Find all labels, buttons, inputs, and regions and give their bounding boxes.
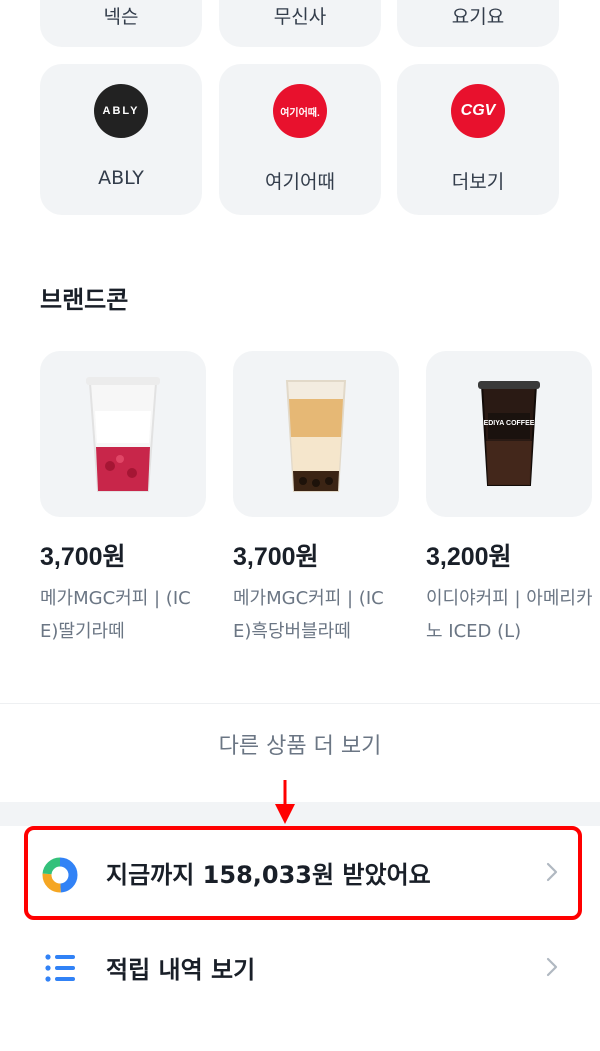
- cgv-logo-icon: CGV: [451, 84, 505, 138]
- product-name: 이디야커피 | 아메리카노 ICED (L): [426, 588, 593, 642]
- brand-tile-yogiyo[interactable]: 요기요: [397, 0, 559, 47]
- product-image-strawberry-latte[interactable]: [40, 351, 206, 517]
- list-icon: [45, 954, 75, 982]
- brand-tile-ably[interactable]: ABLY ABLY: [40, 64, 202, 215]
- logo-text: ABLY: [102, 105, 140, 117]
- product-image-ediya-americano[interactable]: EDIYA COFFEE: [426, 351, 592, 517]
- brand-tile-yeogieottae[interactable]: 여기어때. 여기어때: [219, 64, 381, 215]
- brand-tile-more[interactable]: CGV 더보기: [397, 64, 559, 215]
- product-price: 3,200원: [426, 543, 512, 571]
- product-name: 메가MGC커피 | (ICE)딸기라떼: [40, 588, 191, 642]
- product-name: 메가MGC커피 | (ICE)흑당버블라떼: [233, 588, 384, 642]
- annotation-highlight-box: [24, 826, 582, 920]
- view-more-products-button[interactable]: 다른 상품 더 보기: [0, 728, 600, 760]
- tile-label: 여기어때: [265, 171, 335, 193]
- tile-label: 더보기: [451, 171, 505, 193]
- product-price: 3,700원: [233, 543, 319, 571]
- logo-text: 여기어때.: [280, 107, 320, 119]
- bubble-latte-cup-icon: [285, 380, 347, 492]
- tile-label: ABLY: [98, 167, 144, 189]
- section-title-brandcon: 브랜드콘: [40, 286, 129, 314]
- logo-text: CGV: [460, 102, 496, 119]
- tile-label: 무신사: [273, 6, 327, 28]
- product-price: 3,700원: [40, 543, 126, 571]
- history-row[interactable]: 적립 내역 보기: [0, 928, 600, 1008]
- history-label: 적립 내역 보기: [106, 956, 256, 984]
- chevron-right-icon: [546, 957, 558, 977]
- ably-logo-icon: ABLY: [94, 84, 148, 138]
- brand-tile-nexon[interactable]: 넥슨: [40, 0, 202, 47]
- annotation-arrow-icon: [275, 780, 295, 824]
- product-image-brown-sugar-bubble-latte[interactable]: [233, 351, 399, 517]
- tile-label: 요기요: [451, 6, 505, 28]
- section-gap: [0, 802, 600, 826]
- cup-label: EDIYA COFFEE: [484, 420, 535, 427]
- divider: [0, 703, 600, 704]
- tile-label: 넥슨: [103, 6, 139, 28]
- brand-tile-musinsa[interactable]: 무신사: [219, 0, 381, 47]
- strawberry-latte-cup-icon: [86, 377, 160, 492]
- yeogieottae-logo-icon: 여기어때.: [273, 84, 327, 138]
- americano-cup-icon: EDIYA COFFEE: [478, 381, 540, 486]
